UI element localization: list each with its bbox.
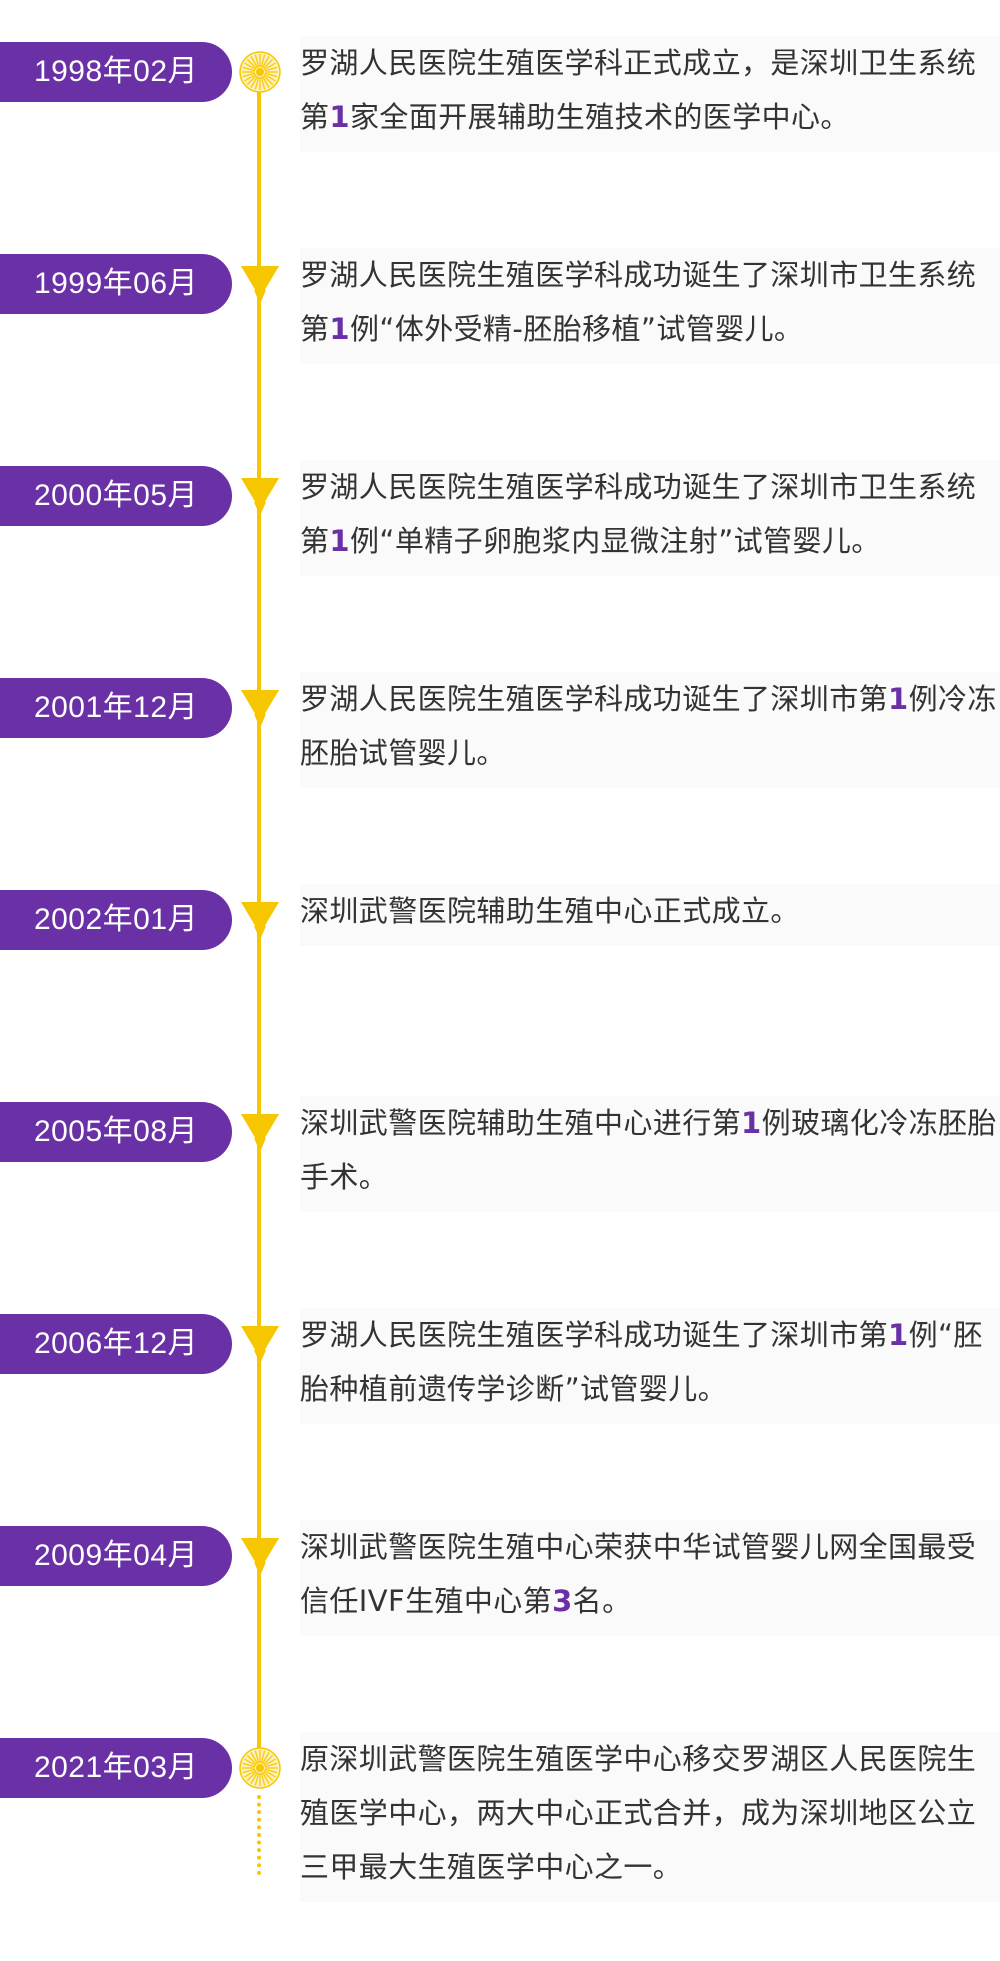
arrow-down-icon <box>235 1526 285 1586</box>
highlight-number: 1 <box>888 682 909 716</box>
sunburst-icon <box>235 42 285 102</box>
date-pill: 2005年08月 <box>0 1102 232 1162</box>
highlight-number: 1 <box>329 312 350 346</box>
sunburst-icon <box>235 1738 285 1798</box>
entry-description: 深圳武警医院辅助生殖中心进行第1例玻璃化冷冻胚胎手术。 <box>300 1096 1000 1212</box>
entry-description: 罗湖人民医院生殖医学科成功诞生了深圳市第1例冷冻胚胎试管婴儿。 <box>300 672 1000 788</box>
highlight-number: 1 <box>888 1318 909 1352</box>
date-pill: 2006年12月 <box>0 1314 232 1374</box>
highlight-number: 1 <box>741 1106 762 1140</box>
timeline-dotted-tail <box>257 1795 261 1875</box>
timeline-page: 1998年02月 罗湖人民医院生殖医学科正式成立，是深圳卫生系统第1家全面开展辅… <box>0 0 1000 1961</box>
highlight-number: 1 <box>329 100 350 134</box>
arrow-down-icon <box>235 1314 285 1374</box>
highlight-number: 3 <box>552 1584 573 1618</box>
entry-description: 原深圳武警医院生殖医学中心移交罗湖区人民医院生殖医学中心，两大中心正式合并，成为… <box>300 1732 1000 1902</box>
entry-description: 罗湖人民医院生殖医学科成功诞生了深圳市第1例“胚胎种植前遗传学诊断”试管婴儿。 <box>300 1308 1000 1424</box>
entry-description: 罗湖人民医院生殖医学科正式成立，是深圳卫生系统第1家全面开展辅助生殖技术的医学中… <box>300 36 1000 152</box>
date-pill: 2009年04月 <box>0 1526 232 1586</box>
entry-description: 深圳武警医院生殖中心荣获中华试管婴儿网全国最受信任IVF生殖中心第3名。 <box>300 1520 1000 1636</box>
entry-description: 深圳武警医院辅助生殖中心正式成立。 <box>300 884 1000 946</box>
arrow-down-icon <box>235 1102 285 1162</box>
date-pill: 1999年06月 <box>0 254 232 314</box>
date-pill: 2002年01月 <box>0 890 232 950</box>
entry-description: 罗湖人民医院生殖医学科成功诞生了深圳市卫生系统第1例“体外受精-胚胎移植”试管婴… <box>300 248 1000 364</box>
arrow-down-icon <box>235 890 285 950</box>
date-pill: 2000年05月 <box>0 466 232 526</box>
date-pill: 1998年02月 <box>0 42 232 102</box>
date-pill: 2021年03月 <box>0 1738 232 1798</box>
date-pill: 2001年12月 <box>0 678 232 738</box>
arrow-down-icon <box>235 254 285 314</box>
entry-description: 罗湖人民医院生殖医学科成功诞生了深圳市卫生系统第1例“单精子卵胞浆内显微注射”试… <box>300 460 1000 576</box>
highlight-number: 1 <box>329 524 350 558</box>
arrow-down-icon <box>235 678 285 738</box>
arrow-down-icon <box>235 466 285 526</box>
